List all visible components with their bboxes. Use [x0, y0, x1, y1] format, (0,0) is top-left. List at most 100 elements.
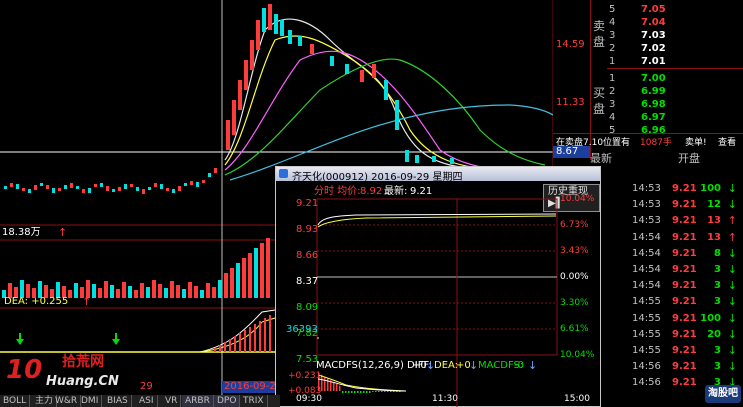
ask-row[interactable]: 5 7.05	[591, 3, 743, 16]
tick-row[interactable]: 14:54 9.21 13 ↑	[628, 229, 743, 245]
bid-row[interactable]: 3 6.98	[591, 98, 743, 111]
ask-row[interactable]: 4 7.04	[591, 16, 743, 29]
tick-row[interactable]: 14:55 9.21 20 ↓	[628, 326, 743, 342]
bid-price: 6.98	[641, 99, 666, 110]
tab-bias[interactable]: BIAS	[104, 395, 132, 407]
tick-row[interactable]: 14:53 9.21 100 ↓	[628, 180, 743, 196]
price-axis-label: 8.09	[296, 302, 319, 313]
tab-vr[interactable]: VR	[162, 395, 182, 407]
tick-price: 9.21	[672, 199, 697, 211]
down-arrow-icon: ↓	[727, 198, 737, 212]
tick-volume: 3	[714, 296, 721, 308]
ask-row[interactable]: 1 7.01	[591, 55, 743, 68]
tick-volume: 3	[714, 361, 721, 373]
price-axis-label: 11.33	[556, 97, 585, 108]
bid-price: 7.00	[641, 73, 666, 84]
tick-price: 9.21	[672, 264, 697, 275]
bid-row[interactable]: 1 7.00	[591, 72, 743, 85]
down-arrow-icon: ↓	[727, 279, 737, 293]
bid-row[interactable]: 2 6.99	[591, 85, 743, 98]
price-axis-label: 9.21	[296, 198, 319, 209]
ask-level: 5	[609, 4, 616, 15]
up-arrow-icon: ↑	[727, 230, 737, 244]
tab-trix[interactable]: TRIX	[240, 395, 268, 407]
down-arrow-icon: ↓	[727, 360, 737, 374]
tick-row[interactable]: 14:54 9.21 8 ↓	[628, 245, 743, 261]
tick-row[interactable]: 14:54 9.21 3 ↓	[628, 277, 743, 293]
percent-axis-label: 3.43%	[560, 246, 589, 256]
intraday-chart[interactable]	[276, 181, 600, 407]
macd-dea-label: DEA: +0.255	[4, 296, 69, 307]
ask-row[interactable]: 3 7.03	[591, 29, 743, 42]
watermark-number: 10	[6, 355, 43, 385]
tick-volume: 12	[707, 199, 721, 211]
ask-row[interactable]: 2 7.02	[591, 42, 743, 55]
tick-volume: 13	[707, 231, 721, 243]
intraday-popup[interactable]: 齐天化(000912) 2016-09-29 星期四 分时 均价: 8.92 最…	[275, 166, 601, 407]
pre-rally-candles	[4, 168, 217, 194]
bid-price: 6.96	[641, 125, 666, 136]
percent-axis-label: 10.04%	[560, 194, 595, 204]
order-alert-more[interactable]: 查看	[718, 139, 736, 148]
tick-row[interactable]: 14:55 9.21 3 ↓	[628, 293, 743, 309]
popup-titlebar[interactable]: 齐天化(000912) 2016-09-29 星期四	[276, 167, 600, 183]
bid-level: 1	[609, 73, 616, 84]
tick-row[interactable]: 14:53 9.21 12 ↓	[628, 196, 743, 212]
open-label: 开盘	[678, 152, 700, 165]
up-arrow-icon: ↑	[82, 295, 92, 308]
tick-price: 9.21	[672, 247, 697, 259]
tick-time: 14:55	[632, 345, 661, 356]
percent-axis-label: 3.30%	[560, 298, 589, 308]
rally-candles	[226, 4, 454, 164]
down-arrow-icon: ↓	[727, 295, 737, 309]
down-arrow-icon: ↓	[727, 311, 737, 325]
buy-arrow-icon	[16, 333, 24, 345]
down-arrow-icon: ↓	[727, 246, 737, 260]
ask-level: 2	[609, 43, 616, 54]
tick-list[interactable]: 14:53 9.21 100 ↓ 14:53 9.21 12 ↓ 14:53 9.21 13 ↑ 14:…	[628, 180, 743, 407]
ask-price: 7.02	[641, 43, 666, 54]
down-arrow-icon: ↓	[727, 327, 737, 341]
bid-level: 3	[609, 99, 616, 110]
percent-axis-label: 6.61%	[560, 324, 589, 334]
latest-label: 最新	[590, 152, 612, 165]
tick-time: 14:55	[632, 328, 661, 340]
macd-panel	[0, 309, 276, 353]
tick-row[interactable]: 14:56 9.21 3 ↓	[628, 358, 743, 374]
watermark-cn: 拾荒网	[62, 354, 104, 370]
tick-price: 9.21	[672, 361, 697, 373]
tick-time: 14:56	[632, 361, 661, 373]
volume-label: 18.38万	[2, 227, 41, 238]
bid-row[interactable]: 5 6.96	[591, 124, 743, 137]
tab-wr[interactable]: W&R	[52, 395, 82, 407]
order-alert[interactable]: 在卖盘7.10位置有	[556, 139, 630, 148]
app-icon	[279, 169, 288, 178]
tick-row[interactable]: 14:53 9.21 13 ↑	[628, 212, 743, 228]
tick-time: 14:54	[632, 280, 661, 292]
time-label: 09:30	[296, 394, 322, 404]
tab-arbr[interactable]: ARBR	[182, 395, 214, 407]
order-alert-qty: 1087手	[640, 138, 672, 148]
bid-price: 6.97	[641, 112, 666, 123]
tab-asi[interactable]: ASI	[136, 395, 158, 407]
tick-row[interactable]: 14:55 9.21 3 ↓	[628, 342, 743, 358]
percent-axis-label: 0.00%	[560, 272, 589, 282]
bid-level: 5	[609, 125, 616, 136]
tick-price: 9.21	[672, 215, 697, 227]
ask-price: 7.01	[641, 56, 666, 67]
tab-dpo[interactable]: DPO	[214, 395, 241, 407]
indicator-tabs: BOLL 主力 W&R DMI BIAS ASI VR ARBR DPO TRIX	[0, 395, 280, 407]
down-arrow-icon: ↓	[528, 359, 538, 372]
time-label: 11:30	[432, 394, 458, 404]
tick-row[interactable]: 14:55 9.21 100 ↓	[628, 310, 743, 326]
down-arrow-icon: ↓	[727, 344, 737, 357]
tick-row[interactable]: 14:54 9.21 3 ↓	[628, 261, 743, 277]
tick-time: 14:56	[632, 377, 661, 389]
tab-boll[interactable]: BOLL	[0, 395, 31, 407]
bid-row[interactable]: 4 6.97	[591, 111, 743, 124]
tab-dmi[interactable]: DMI	[78, 395, 103, 407]
current-price-label: 8.67	[556, 146, 579, 157]
tick-price: 9.21	[672, 280, 697, 292]
tick-time: 14:54	[632, 264, 661, 275]
tick-time: 14:55	[632, 296, 661, 308]
